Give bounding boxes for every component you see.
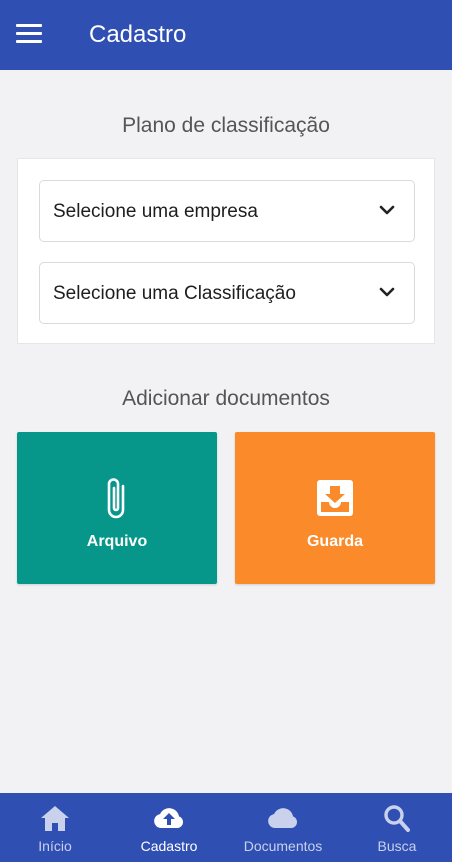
nav-label-documentos: Documentos	[243, 838, 323, 854]
classification-select-value: Selecione uma Classificação	[53, 283, 296, 304]
company-select[interactable]: Selecione uma empresa	[39, 180, 415, 242]
nav-item-cadastro[interactable]: Cadastro	[114, 793, 224, 862]
nav-label-busca: Busca	[377, 838, 417, 854]
nav-label-inicio: Início	[38, 838, 72, 854]
search-icon	[384, 805, 410, 832]
inbox-download-icon	[317, 480, 353, 516]
paperclip-icon	[107, 478, 125, 519]
nav-label-cadastro: Cadastro	[140, 838, 198, 854]
page-title: Cadastro	[89, 21, 187, 48]
cloud-upload-icon	[154, 808, 184, 828]
chevron-down-icon	[379, 205, 395, 215]
bottom-navigation: Início Cadastro Documentos Busca	[0, 793, 452, 862]
guarda-label: Guarda	[306, 533, 363, 550]
add-documents-title: Adicionar documentos	[122, 387, 330, 410]
chevron-down-icon	[379, 287, 395, 297]
guarda-button[interactable]: Guarda	[235, 432, 435, 584]
arquivo-button[interactable]: Arquivo	[17, 432, 217, 584]
classification-select[interactable]: Selecione uma Classificação	[39, 262, 415, 324]
classification-title: Plano de classificação	[122, 114, 330, 137]
nav-item-inicio[interactable]: Início	[0, 793, 110, 862]
menu-icon[interactable]	[16, 24, 42, 46]
classification-card: Selecione uma empresa Selecione uma Clas…	[17, 158, 435, 344]
app-bar: Cadastro	[0, 0, 452, 70]
company-select-value: Selecione uma empresa	[53, 201, 258, 222]
nav-item-documentos[interactable]: Documentos	[228, 793, 338, 862]
nav-item-busca[interactable]: Busca	[342, 793, 452, 862]
home-icon	[41, 806, 69, 831]
cloud-icon	[268, 808, 298, 828]
arquivo-label: Arquivo	[86, 533, 148, 550]
